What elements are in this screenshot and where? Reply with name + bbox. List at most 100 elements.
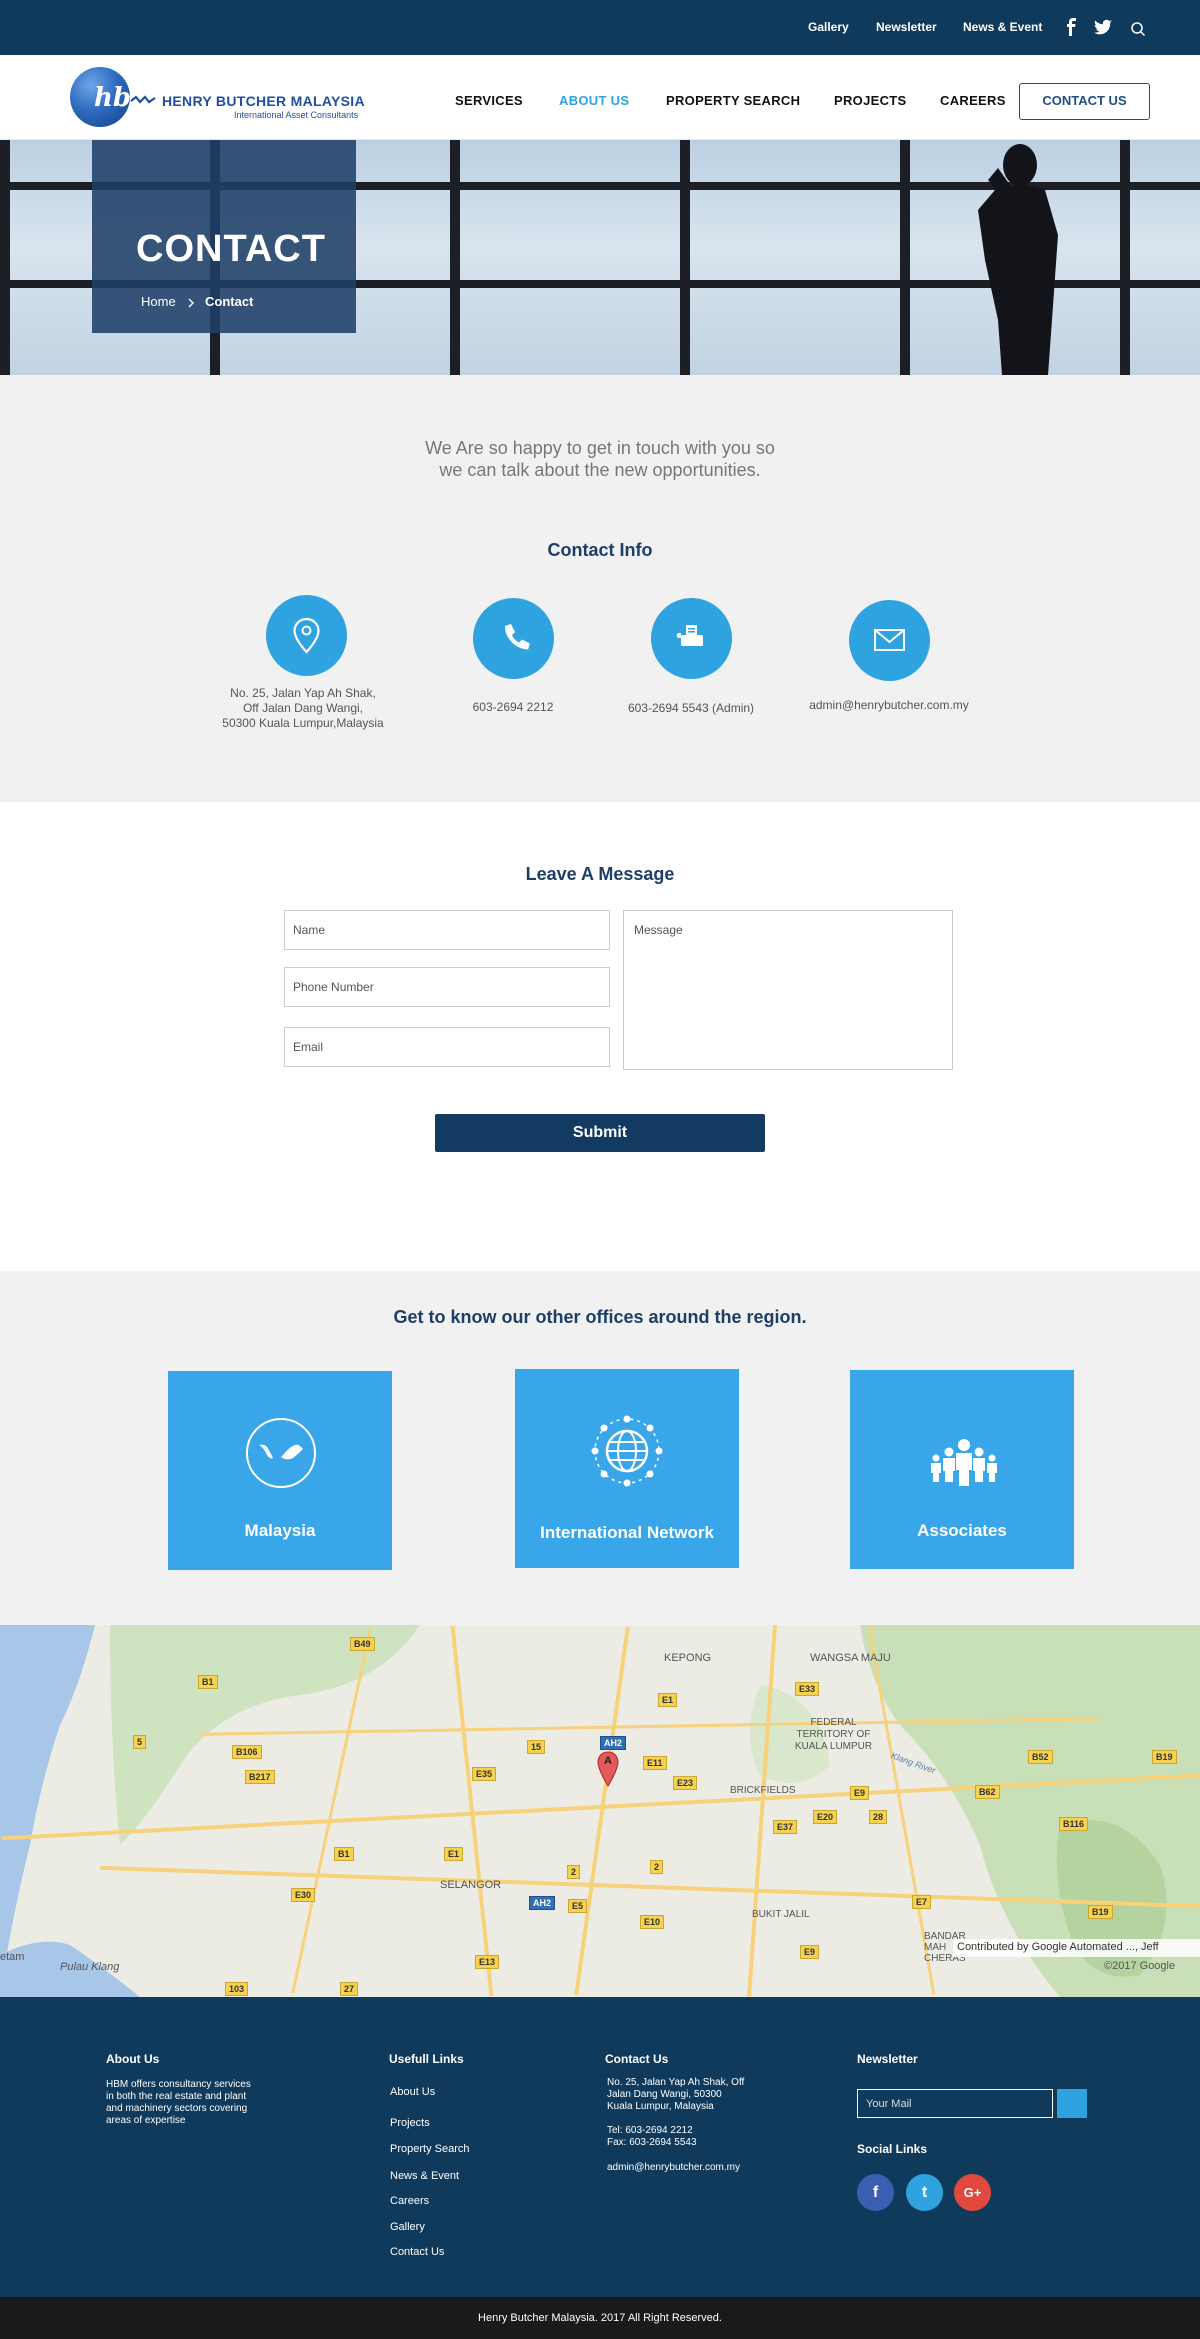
top-bar: Gallery Newsletter News & Event: [0, 0, 1200, 55]
map-route-shield: B217: [245, 1770, 275, 1784]
twitter-icon[interactable]: [1093, 17, 1113, 37]
map-route-shield: E30: [291, 1888, 316, 1902]
map-label: FEDERAL TERRITORY OF KUALA LUMPUR: [794, 1717, 873, 1752]
site-header: hb HENRY BUTCHER MALAYSIA International …: [0, 55, 1200, 140]
map-label: Pulau Klang: [60, 1961, 120, 1973]
nav-about-us[interactable]: ABOUT US: [559, 93, 629, 108]
toplink-gallery[interactable]: Gallery: [808, 20, 849, 34]
contact-us-button[interactable]: CONTACT US: [1019, 83, 1150, 120]
brand-name: HENRY BUTCHER MALAYSIA: [162, 93, 365, 109]
intro-line-2: we can talk about the new opportunities.: [439, 460, 761, 480]
malaysia-map-icon: [246, 1418, 316, 1488]
map-route-shield: B106: [232, 1745, 262, 1759]
office-label-associates: Associates: [917, 1521, 1007, 1540]
footer-link-careers[interactable]: Careers: [390, 2195, 429, 2207]
map-label: BRICKFIELDS: [730, 1785, 796, 1796]
map-route-shield: 103: [225, 1982, 249, 1996]
map-route-shield: B49: [350, 1637, 375, 1651]
facebook-icon[interactable]: [1062, 17, 1082, 37]
map-route-shield: B62: [975, 1785, 1000, 1799]
logo-wave-icon: [130, 95, 156, 104]
office-tile-international[interactable]: International Network: [515, 1369, 739, 1568]
toplink-newsletter[interactable]: Newsletter: [876, 20, 937, 34]
phone-icon: [505, 624, 530, 650]
facebook-social-icon[interactable]: f: [857, 2174, 894, 2211]
phone-circle: [473, 598, 554, 679]
footer-link-property-search[interactable]: Property Search: [390, 2143, 469, 2155]
map-route-shield: E7: [912, 1895, 932, 1909]
nav-services[interactable]: SERVICES: [455, 93, 523, 108]
window-frame: [1120, 140, 1130, 375]
logo-mark: hb: [94, 83, 132, 113]
submit-button[interactable]: Submit: [435, 1114, 765, 1152]
copyright-bar: Henry Butcher Malaysia. 2017 All Right R…: [0, 2297, 1200, 2339]
map-route-shield: AH2: [529, 1896, 556, 1910]
footer-contact-phones: Tel: 603-2694 2212 Fax: 603-2694 5543: [607, 2125, 697, 2148]
name-input[interactable]: [284, 910, 610, 950]
location-circle: [266, 595, 347, 676]
people-group-icon: [931, 1439, 997, 1486]
footer-about-title: About Us: [106, 2052, 160, 2066]
footer-link-gallery[interactable]: Gallery: [390, 2221, 425, 2233]
window-frame: [680, 140, 690, 375]
map-label: BUKIT JALIL: [752, 1909, 810, 1920]
search-icon[interactable]: [1130, 21, 1146, 37]
map-label: SELANGOR: [440, 1879, 502, 1891]
map-route-shield: E35: [472, 1767, 497, 1781]
window-frame: [900, 140, 910, 375]
map-route-shield: E23: [673, 1776, 698, 1790]
nav-careers[interactable]: CAREERS: [940, 93, 1006, 108]
twitter-social-icon[interactable]: t: [906, 2174, 943, 2211]
google-plus-social-icon[interactable]: G+: [954, 2174, 991, 2211]
map-route-shield: 5: [133, 1735, 147, 1749]
map-route-shield: E9: [850, 1786, 870, 1800]
footer-newsletter-title: Newsletter: [857, 2052, 918, 2066]
phone-input[interactable]: [284, 967, 610, 1007]
map-route-shield: 28: [869, 1810, 888, 1824]
office-tile-malaysia[interactable]: Malaysia: [168, 1371, 392, 1570]
breadcrumb-current: Contact: [205, 294, 254, 309]
location-map[interactable]: KEPONG WANGSA MAJU FEDERAL TERRITORY OF …: [0, 1625, 1200, 1997]
map-copyright: ©2017 Google: [1104, 1960, 1176, 1972]
location-pin-icon: [293, 617, 320, 654]
map-route-shield: E1: [658, 1693, 678, 1707]
email-circle: [849, 600, 930, 681]
map-route-shield: E37: [773, 1820, 798, 1834]
map-route-shield: B52: [1028, 1750, 1053, 1764]
map-attribution: Contributed by Google Automated ..., Jef…: [953, 1939, 1200, 1957]
nav-property-search[interactable]: PROPERTY SEARCH: [666, 93, 800, 108]
offices-title: Get to know our other offices around the…: [393, 1307, 807, 1327]
map-route-shield: 2: [567, 1865, 581, 1879]
intro-line-1: We Are so happy to get in touch with you…: [425, 438, 775, 458]
footer-link-projects[interactable]: Projects: [390, 2117, 430, 2129]
map-route-shield: B1: [334, 1847, 354, 1861]
footer-contact-email[interactable]: admin@henrybutcher.com.my: [607, 2162, 807, 2174]
footer-link-contact[interactable]: Contact Us: [390, 2246, 444, 2258]
footer-link-news-event[interactable]: News & Event: [390, 2170, 459, 2182]
map-route-shield: B1: [198, 1675, 218, 1689]
contact-phone: 603-2694 2212: [472, 700, 554, 714]
message-textarea[interactable]: [623, 910, 953, 1070]
breadcrumb-home[interactable]: Home: [141, 294, 176, 309]
newsletter-email-input[interactable]: [857, 2089, 1053, 2118]
globe-network-icon: [591, 1415, 663, 1487]
hero-banner: CONTACT Home Contact: [0, 140, 1200, 375]
fax-circle: [651, 598, 732, 679]
chevron-right-icon: [188, 298, 194, 308]
map-route-shield: E11: [643, 1756, 667, 1770]
toplink-news-event[interactable]: News & Event: [963, 20, 1042, 34]
newsletter-submit-button[interactable]: [1057, 2089, 1087, 2118]
map-marker-label: A: [604, 1755, 612, 1767]
contact-fax: 603-2694 5543 (Admin): [627, 701, 755, 715]
window-frame: [0, 140, 10, 375]
footer-link-about[interactable]: About Us: [390, 2086, 435, 2098]
office-tile-associates[interactable]: Associates: [850, 1370, 1074, 1569]
fax-icon: [676, 625, 703, 646]
map-label: KEPONG: [664, 1652, 712, 1664]
envelope-icon: [874, 629, 905, 651]
map-route-shield: B116: [1059, 1817, 1089, 1831]
nav-projects[interactable]: PROJECTS: [834, 93, 906, 108]
email-input[interactable]: [284, 1027, 610, 1067]
office-label-international: International Network: [540, 1523, 714, 1542]
contact-email[interactable]: admin@henrybutcher.com.my: [789, 698, 989, 713]
